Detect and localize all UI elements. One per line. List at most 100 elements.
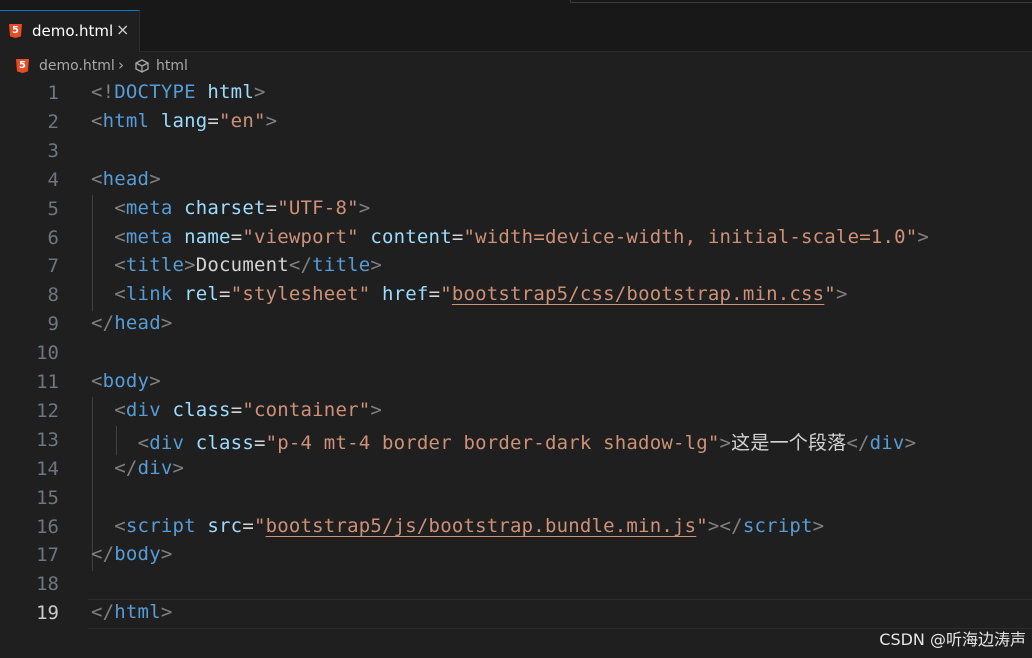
- tab-demo-html[interactable]: 5 demo.html ×: [0, 10, 140, 52]
- code-line[interactable]: 4 <head>: [0, 166, 1032, 195]
- code-token: bootstrap5/js/bootstrap.bundle.min.js: [265, 514, 697, 537]
- line-number: 1: [47, 82, 59, 104]
- code-token: <: [114, 398, 126, 421]
- code-token: >: [184, 254, 196, 277]
- code-token: </: [114, 456, 138, 479]
- code-line[interactable]: 2 <html lang="en">: [0, 108, 1032, 137]
- code-token: <: [91, 109, 103, 132]
- code-line[interactable]: 16 <script src="bootstrap5/js/bootstrap.…: [0, 513, 1032, 542]
- code-token: div: [125, 398, 161, 421]
- code-line[interactable]: 17 </body>: [0, 541, 1032, 570]
- close-icon[interactable]: ×: [116, 20, 129, 39]
- code-line[interactable]: 3: [0, 137, 1032, 166]
- code-token: html: [102, 109, 150, 132]
- code-text: <script src="bootstrap5/js/bootstrap.bun…: [91, 515, 824, 537]
- code-token: >: [904, 431, 917, 454]
- code-text: <div class="container">: [91, 399, 382, 421]
- code-line[interactable]: 11 <body>: [0, 368, 1032, 397]
- code-token: </: [91, 543, 115, 566]
- breadcrumb-symbol[interactable]: html: [156, 58, 188, 74]
- code-token: meta: [125, 196, 173, 219]
- code-token: rel: [184, 283, 220, 306]
- code-token: content: [370, 225, 452, 248]
- code-token: "container": [242, 398, 371, 421]
- code-line[interactable]: 14 </div>: [0, 455, 1032, 484]
- code-line[interactable]: 1 <!DOCTYPE html>: [0, 79, 1032, 108]
- code-editor[interactable]: 1 <!DOCTYPE html> 2 <html lang="en"> 3 4 <head…: [0, 79, 1032, 639]
- code-line[interactable]: 10: [0, 339, 1032, 368]
- code-token: >: [149, 167, 161, 190]
- line-number: 13: [36, 428, 59, 451]
- line-number: 6: [47, 226, 59, 249]
- line-number: 9: [47, 313, 59, 336]
- code-token: head: [114, 312, 161, 335]
- html5-icon: 5: [9, 24, 22, 38]
- breadcrumb-file[interactable]: demo.html: [39, 58, 115, 74]
- line-number: 18: [36, 573, 59, 596]
- code-line[interactable]: 8 <link rel="stylesheet" href="bootstrap…: [0, 281, 1032, 310]
- code-token: <: [91, 167, 103, 190]
- code-line[interactable]: 12 <div class="container">: [0, 397, 1032, 426]
- code-token: title: [312, 254, 371, 277]
- code-token: >: [149, 370, 161, 392]
- code-line[interactable]: 9 </head>: [0, 310, 1032, 339]
- code-token: >: [917, 225, 930, 248]
- line-number: 3: [47, 139, 59, 162]
- code-text: <title>Document</title>: [91, 254, 382, 276]
- code-token: meta: [125, 225, 173, 248]
- code-text: <meta charset="UTF-8">: [91, 197, 370, 219]
- breadcrumb: 5 demo.html › html: [0, 53, 1032, 79]
- line-number: 5: [47, 197, 59, 220]
- code-line[interactable]: 5 <meta charset="UTF-8">: [0, 195, 1032, 224]
- code-token: =: [265, 196, 278, 219]
- code-token: class: [195, 431, 254, 454]
- code-token: charset: [184, 196, 266, 219]
- code-token: =: [230, 398, 243, 421]
- current-line-highlight: [88, 599, 1032, 630]
- code-text: </head>: [91, 312, 172, 334]
- code-token: div: [869, 431, 905, 454]
- code-line[interactable]: 6 <meta name="viewport" content="width=d…: [0, 224, 1032, 253]
- code-token: =: [451, 225, 464, 248]
- code-token: div: [137, 456, 173, 479]
- code-token: src: [207, 514, 243, 537]
- code-token: "viewport": [242, 225, 359, 248]
- code-token: >: [253, 81, 266, 103]
- code-token: "stylesheet": [230, 283, 371, 306]
- code-token: link: [125, 283, 173, 306]
- code-line[interactable]: 13 <div class="p-4 mt-4 border border-da…: [0, 426, 1032, 455]
- code-token: "UTF-8": [277, 196, 359, 219]
- code-line[interactable]: 18: [0, 570, 1032, 599]
- code-text: <html lang="en">: [91, 110, 277, 132]
- code-text: </div>: [91, 457, 184, 479]
- command-center-edge[interactable]: [570, 0, 1032, 3]
- code-token: =: [230, 225, 243, 248]
- code-line[interactable]: 15: [0, 484, 1032, 513]
- code-token: <: [114, 225, 126, 248]
- code-line[interactable]: 7 <title>Document</title>: [0, 252, 1032, 281]
- code-token: <: [137, 431, 150, 454]
- code-token: =: [207, 109, 220, 132]
- code-token: <: [114, 283, 126, 306]
- chevron-right-icon: ›: [118, 56, 124, 74]
- code-token: body: [114, 543, 161, 566]
- code-token: ": [253, 514, 266, 537]
- code-token: >: [358, 196, 371, 219]
- code-token: <!: [91, 81, 115, 103]
- code-token: script: [742, 514, 813, 537]
- code-token: Document: [195, 254, 289, 277]
- code-token: lang: [160, 109, 208, 132]
- tab-bar: 5 demo.html ×: [0, 10, 1032, 52]
- code-token: href: [382, 283, 429, 306]
- code-line[interactable]: 19 </html>: [0, 599, 1032, 630]
- line-number: 4: [47, 168, 59, 191]
- watermark: CSDN @听海边涛声: [879, 630, 1026, 649]
